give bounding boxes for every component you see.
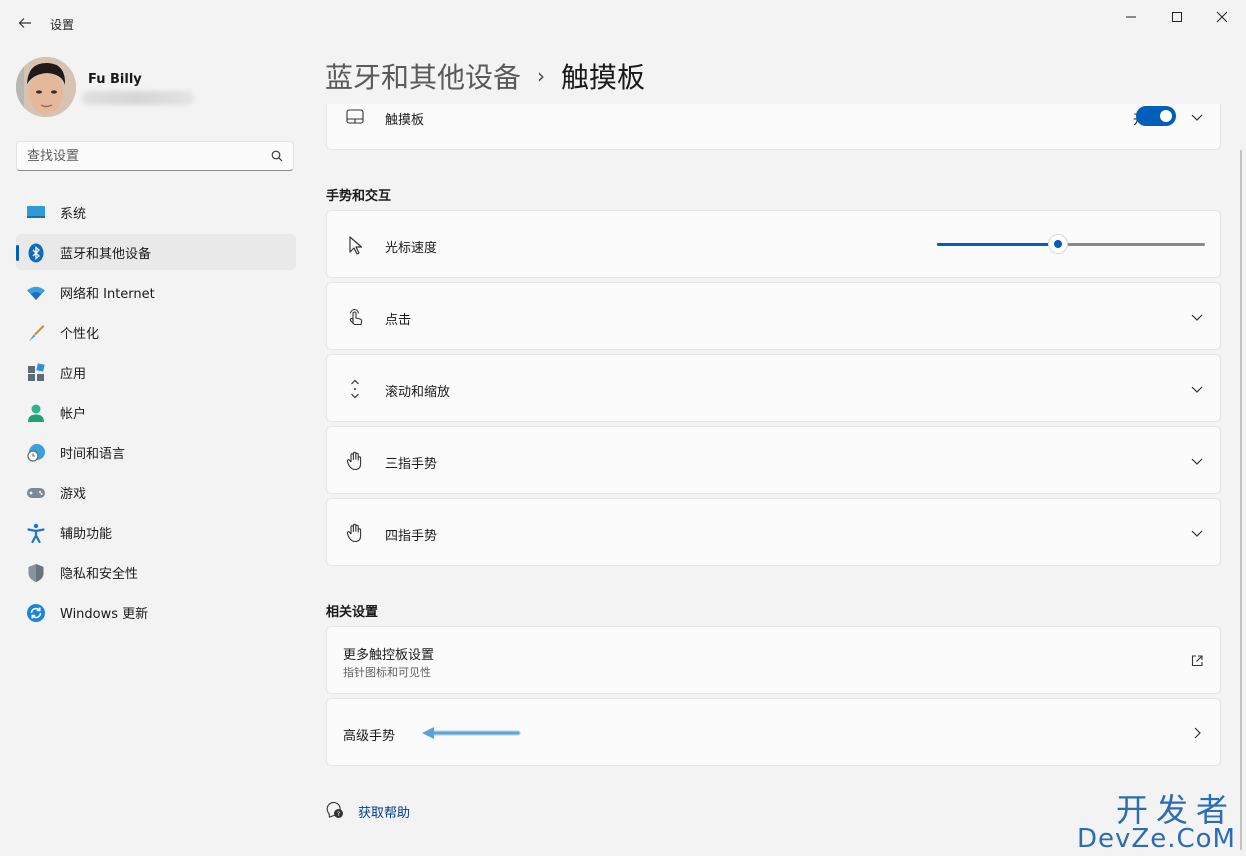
minimize-button[interactable] (1108, 6, 1154, 28)
sidebar-item-privacy[interactable]: 隐私和安全性 (16, 554, 296, 590)
sidebar-item-label: 时间和语言 (60, 446, 126, 462)
sidebar-item-label: 系统 (60, 206, 87, 222)
advanced-gestures-label: 高级手势 (343, 729, 396, 744)
slider-thumb[interactable] (1047, 234, 1068, 254)
scroll-icon (351, 379, 359, 399)
row-label: 四指手势 (385, 529, 438, 544)
person-icon (28, 404, 44, 422)
chevron-down-icon[interactable] (1190, 526, 1204, 540)
touchpad-label: 触摸板 (385, 113, 425, 128)
hand-icon (346, 451, 362, 471)
sidebar-item-label: 帐户 (60, 406, 87, 422)
touchpad-icon (346, 109, 364, 124)
brush-icon (29, 325, 45, 342)
apps-icon (28, 363, 45, 381)
section-title-related: 相关设置 (326, 605, 379, 620)
watermark-en: DevZe.CoM (1077, 824, 1236, 854)
sidebar-item-network[interactable]: 网络和 Internet (16, 274, 296, 310)
slider-fill (937, 243, 1058, 246)
maximize-button[interactable] (1154, 6, 1200, 28)
chevron-right-icon[interactable] (1190, 726, 1204, 740)
sync-icon (27, 604, 45, 622)
close-button[interactable] (1199, 6, 1245, 28)
wifi-icon (27, 286, 45, 300)
tap-icon (349, 309, 363, 326)
scroll-zoom-card[interactable]: 滚动和缩放 (326, 354, 1221, 422)
sidebar-item-label: Windows 更新 (60, 606, 149, 622)
chevron-down-icon[interactable] (1190, 110, 1204, 124)
sidebar-item-label: 隐私和安全性 (60, 566, 139, 582)
sidebar-item-accounts[interactable]: 帐户 (16, 394, 296, 430)
more-settings-subtitle: 指针图标和可见性 (343, 666, 431, 679)
row-label: 三指手势 (385, 457, 438, 472)
annotation-arrow (422, 727, 521, 739)
search-box[interactable] (16, 141, 294, 171)
row-label: 点击 (385, 313, 412, 328)
touchpad-toggle-card[interactable]: 触摸板 开 (326, 104, 1221, 150)
search-input[interactable] (17, 142, 267, 170)
touchpad-toggle[interactable] (1136, 106, 1176, 126)
sidebar-item-personalization[interactable]: 个性化 (16, 314, 296, 350)
accessibility-icon (27, 523, 45, 543)
sidebar-item-label: 网络和 Internet (60, 286, 155, 302)
external-link-icon[interactable] (1190, 654, 1204, 668)
watermark-cn: 开发者 (1115, 791, 1236, 829)
bluetooth-icon (28, 243, 44, 263)
back-arrow-icon (18, 18, 31, 28)
four-finger-card[interactable]: 四指手势 (326, 498, 1221, 566)
breadcrumb-parent-link[interactable]: 蓝牙和其他设备 (325, 61, 521, 94)
get-help-link[interactable]: 获取帮助 (358, 802, 410, 821)
more-settings-label: 更多触控板设置 (343, 648, 435, 663)
sidebar-item-label: 游戏 (60, 486, 87, 502)
sidebar-item-time-language[interactable]: 时间和语言 (16, 434, 296, 470)
user-name: Fu Billy (88, 72, 142, 87)
monitor-icon (27, 206, 45, 218)
help-icon: ? (326, 801, 343, 818)
close-icon (1216, 11, 1228, 23)
globe-clock-icon (27, 444, 45, 462)
sidebar-item-gaming[interactable]: 游戏 (16, 474, 296, 510)
breadcrumb-separator: › (537, 64, 546, 88)
chevron-down-icon[interactable] (1190, 310, 1204, 324)
sidebar-item-bluetooth[interactable]: 蓝牙和其他设备 (16, 234, 296, 270)
sidebar-item-label: 应用 (60, 366, 87, 382)
shield-icon (28, 564, 44, 582)
sidebar-item-apps[interactable]: 应用 (16, 354, 296, 390)
cursor-speed-slider[interactable] (937, 234, 1205, 254)
cursor-icon (349, 236, 363, 255)
sidebar-item-label: 蓝牙和其他设备 (60, 246, 152, 262)
title-bar: 设置 (0, 0, 1246, 48)
watermark: 开发者 DevZe.CoM (1077, 794, 1236, 852)
three-finger-card[interactable]: 三指手势 (326, 426, 1221, 494)
sidebar-item-accessibility[interactable]: 辅助功能 (16, 514, 296, 550)
minimize-icon (1126, 16, 1136, 18)
hand-icon (346, 523, 362, 543)
avatar[interactable] (16, 57, 76, 117)
cursor-speed-card: 光标速度 (326, 210, 1221, 278)
sidebar-nav: 系统 蓝牙和其他设备 网络和 Internet 个性化 应用 帐户 时间和语言 … (16, 194, 296, 634)
section-title-gestures: 手势和交互 (326, 189, 392, 204)
maximize-icon (1172, 12, 1182, 22)
sidebar-item-windows-update[interactable]: Windows 更新 (16, 594, 296, 630)
page-title: 触摸板 (561, 61, 646, 94)
email-redacted (82, 91, 194, 105)
more-touchpad-settings-card[interactable]: 更多触控板设置 指针图标和可见性 (326, 626, 1221, 694)
svg-text:?: ? (337, 810, 340, 818)
cursor-speed-label: 光标速度 (385, 241, 438, 256)
sidebar-item-label: 个性化 (60, 326, 100, 342)
sidebar-item-label: 辅助功能 (60, 526, 113, 542)
sidebar-item-system[interactable]: 系统 (16, 194, 296, 230)
row-label: 滚动和缩放 (385, 385, 451, 400)
chevron-down-icon[interactable] (1190, 454, 1204, 468)
breadcrumb: 蓝牙和其他设备 › 触摸板 (325, 56, 645, 96)
gamepad-icon (27, 488, 45, 498)
app-title: 设置 (50, 18, 75, 32)
chevron-down-icon[interactable] (1190, 382, 1204, 396)
back-button[interactable] (14, 12, 36, 34)
scrollbar[interactable] (1240, 150, 1242, 850)
search-icon[interactable] (271, 150, 283, 162)
tap-card[interactable]: 点击 (326, 282, 1221, 350)
